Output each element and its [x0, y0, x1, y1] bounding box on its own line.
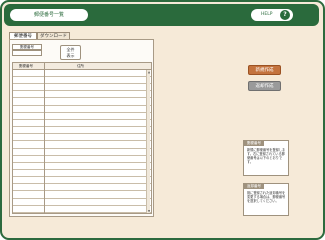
table-row[interactable]	[13, 91, 151, 99]
table-row[interactable]	[13, 120, 151, 128]
table-row[interactable]	[13, 163, 151, 170]
table-row[interactable]	[13, 184, 151, 192]
table-row[interactable]	[13, 84, 151, 92]
page-title: 郵便番号一覧	[10, 9, 88, 21]
table-scrollbar[interactable]: ▲ ▼	[146, 70, 150, 213]
note-title: 返却番号	[244, 183, 264, 189]
tab-download[interactable]: ダウンロード	[37, 32, 70, 39]
table-row[interactable]	[13, 127, 151, 135]
table-row[interactable]	[13, 142, 151, 149]
note-text: 新規に郵便番号を登録します。右に登録されている郵便番号は以下のとおりです。	[247, 148, 286, 164]
table-row[interactable]	[13, 70, 151, 77]
note-title: 郵便番号	[244, 140, 264, 146]
table-row[interactable]	[13, 192, 151, 199]
show-all-label-line2: 表示	[66, 52, 75, 58]
table-body	[13, 70, 151, 213]
postal-code-input[interactable]	[12, 50, 42, 56]
note-box-return: 返却番号 既に登録された返却番号を変更する場合は、郵便番号を選択してください。	[243, 183, 289, 216]
table-row[interactable]	[13, 134, 151, 142]
new-create-button[interactable]: 新規作成	[248, 65, 281, 75]
table-row[interactable]	[13, 206, 151, 213]
table-row[interactable]	[13, 113, 151, 120]
return-create-button[interactable]: 返却作成	[248, 81, 281, 91]
column-header-postal-code: 郵便番号	[19, 64, 33, 68]
scroll-up-icon[interactable]: ▲	[147, 70, 151, 74]
column-divider	[44, 63, 45, 213]
note-box-postal: 郵便番号 新規に郵便番号を登録します。右に登録されている郵便番号は以下のとおりで…	[243, 140, 289, 176]
table-row[interactable]	[13, 156, 151, 163]
table-row[interactable]	[13, 149, 151, 156]
table-row[interactable]	[13, 177, 151, 185]
table-header: 郵便番号 住所	[13, 63, 151, 70]
tab-postal-code[interactable]: 郵便番号	[9, 32, 37, 39]
table-row[interactable]	[13, 77, 151, 85]
scroll-down-icon[interactable]: ▼	[147, 209, 151, 213]
table-row[interactable]	[13, 170, 151, 178]
show-all-button[interactable]: 全件 表示	[60, 45, 81, 60]
help-icon[interactable]: ?	[280, 10, 290, 20]
note-text: 既に登録された返却番号を変更する場合は、郵便番号を選択してください。	[247, 191, 286, 203]
postal-table: 郵便番号 住所 ▲ ▼	[12, 62, 152, 214]
table-row[interactable]	[13, 99, 151, 106]
table-row[interactable]	[13, 199, 151, 206]
column-header-address: 住所	[77, 64, 84, 68]
table-row[interactable]	[13, 106, 151, 113]
